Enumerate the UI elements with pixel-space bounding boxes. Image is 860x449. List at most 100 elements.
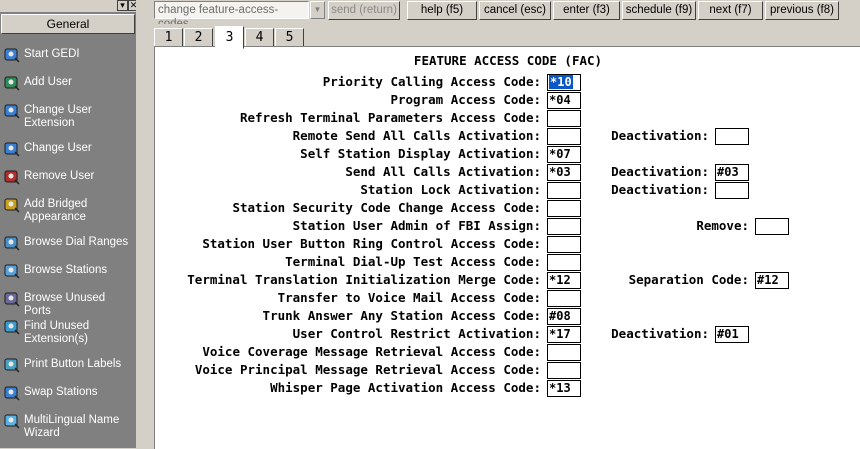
sidebar-item-label: Add User [24, 76, 72, 88]
print-labels-icon [4, 357, 20, 373]
fac-code-field[interactable] [547, 254, 581, 271]
enter-button[interactable]: enter (f3) [553, 1, 620, 20]
find-extension-icon [4, 319, 20, 335]
sidebar-item-label: Browse Unused Ports [24, 292, 106, 317]
sidebar-item-label: Browse Dial Ranges [24, 236, 129, 248]
field-label: Terminal Translation Initialization Merg… [187, 272, 541, 287]
previous-button[interactable]: previous (f8) [765, 1, 839, 20]
sidebar-item[interactable]: Start GEDI [4, 48, 134, 63]
fac-form: FEATURE ACCESS CODE (FAC) Priority Calli… [154, 46, 860, 449]
fac-code-value: *10 [549, 75, 573, 89]
secondary-code-value: #12 [757, 273, 779, 287]
field-label: Voice Principal Message Retrieval Access… [194, 362, 541, 377]
fac-code-value: *07 [549, 147, 571, 161]
fac-code-field[interactable] [547, 128, 581, 145]
sidebar-item[interactable]: Browse Stations [4, 264, 134, 279]
fac-code-field[interactable] [547, 200, 581, 217]
sidebar-item-label: Print Button Labels [24, 358, 122, 370]
sidebar-item[interactable]: Browse Unused Ports [4, 292, 134, 318]
sidebar-titlebar: ▾ ✕ [0, 0, 140, 12]
schedule-button[interactable]: schedule (f9) [622, 1, 696, 20]
sidebar-item[interactable]: Browse Dial Ranges [4, 236, 134, 251]
swap-stations-icon [4, 385, 20, 401]
next-button[interactable]: next (f7) [698, 1, 763, 20]
sidebar-item[interactable]: Add Bridged Appearance [4, 198, 134, 224]
fac-code-field[interactable]: *12 [547, 272, 581, 289]
sidebar-item[interactable]: Remove User [4, 170, 134, 185]
secondary-code-field[interactable]: #01 [715, 326, 749, 343]
field-label: Terminal Dial-Up Test Access Code: [285, 254, 541, 269]
sidebar-general-header[interactable]: General [1, 14, 135, 34]
toolbar: change feature-access-codes ▼ send (retu… [140, 0, 860, 30]
bridged-appearance-icon [4, 197, 20, 213]
field-label: Remote Send All Calls Activation: [292, 128, 541, 143]
field-label: Priority Calling Access Code: [322, 74, 541, 89]
help-button[interactable]: help (f5) [407, 1, 477, 20]
dial-ranges-icon [4, 235, 20, 251]
secondary-field-label: Deactivation: [611, 182, 709, 197]
sidebar-item[interactable]: Change User [4, 142, 134, 157]
field-label: Program Access Code: [390, 92, 541, 107]
send-button[interactable]: send (return) [328, 1, 400, 20]
field-label: Whisper Page Activation Access Code: [270, 380, 541, 395]
fac-code-field[interactable]: *04 [547, 92, 581, 109]
remove-user-icon [4, 169, 20, 185]
fac-code-field[interactable]: *13 [547, 380, 581, 397]
secondary-code-field[interactable] [715, 128, 749, 145]
secondary-code-field[interactable] [755, 218, 789, 235]
field-label: Voice Coverage Message Retrieval Access … [202, 344, 541, 359]
change-user-icon [4, 141, 20, 157]
sidebar-item[interactable]: Find Unused Extension(s) [4, 320, 134, 346]
fac-code-field[interactable] [547, 290, 581, 307]
fac-code-field[interactable] [547, 182, 581, 199]
field-label: Self Station Display Activation: [300, 146, 541, 161]
stations-icon [4, 263, 20, 279]
sidebar-dropdown-icon[interactable]: ▾ [117, 0, 128, 11]
field-label: User Control Restrict Activation: [292, 326, 541, 341]
secondary-field-label: Separation Code: [628, 272, 749, 287]
fac-code-field[interactable]: *17 [547, 326, 581, 343]
field-label: Station Lock Activation: [360, 182, 541, 197]
form-panel: 1 2 3 4 5 FEATURE ACCESS CODE (FAC) Prio… [148, 24, 860, 449]
tab-5[interactable]: 5 [275, 28, 304, 48]
sidebar-item-label: Change User Extension [24, 104, 92, 129]
tab-4[interactable]: 4 [245, 28, 274, 48]
sidebar-item-label: MultiLingual Name Wizard [24, 414, 120, 439]
field-label: Trunk Answer Any Station Access Code: [262, 308, 541, 323]
fac-code-field[interactable]: *03 [547, 164, 581, 181]
sidebar: ▾ ✕ General Start GEDI Add User Change Use… [0, 0, 140, 448]
secondary-code-field[interactable]: #03 [715, 164, 749, 181]
fac-code-field[interactable] [547, 344, 581, 361]
field-label: Refresh Terminal Parameters Access Code: [239, 110, 541, 125]
secondary-code-field[interactable] [715, 182, 749, 199]
sidebar-item[interactable]: Add User [4, 76, 134, 91]
sidebar-item-label: Find Unused Extension(s) [24, 320, 90, 345]
command-dropdown-icon[interactable]: ▼ [310, 1, 325, 19]
command-input[interactable]: change feature-access-codes [154, 1, 309, 30]
field-label: Station Security Code Change Access Code… [232, 200, 541, 215]
tab-1[interactable]: 1 [154, 28, 183, 48]
field-label: Send All Calls Activation: [345, 164, 541, 179]
sidebar-item[interactable]: Change User Extension [4, 104, 134, 130]
fac-code-field[interactable]: *07 [547, 146, 581, 163]
form-title: FEATURE ACCESS CODE (FAC) [413, 53, 603, 68]
fac-code-field[interactable] [547, 362, 581, 379]
fac-code-field[interactable]: *10 [547, 74, 581, 91]
tab-3[interactable]: 3 [215, 26, 244, 49]
fac-code-field[interactable]: #08 [547, 308, 581, 325]
secondary-code-value: #03 [717, 165, 739, 179]
secondary-code-field[interactable]: #12 [755, 272, 789, 289]
fac-code-field[interactable] [547, 110, 581, 127]
cancel-button[interactable]: cancel (esc) [479, 1, 551, 20]
sidebar-item-label: Start GEDI [24, 48, 80, 60]
sidebar-item[interactable]: Print Button Labels [4, 358, 134, 373]
fac-code-field[interactable] [547, 236, 581, 253]
sidebar-item[interactable]: Swap Stations [4, 386, 134, 401]
sidebar-splitter[interactable] [136, 0, 140, 448]
secondary-field-label: Deactivation: [611, 326, 709, 341]
sidebar-item-label: Browse Stations [24, 264, 108, 276]
sidebar-item[interactable]: MultiLingual Name Wizard [4, 414, 134, 440]
field-label: Station User Button Ring Control Access … [202, 236, 541, 251]
tab-2[interactable]: 2 [184, 28, 213, 48]
fac-code-field[interactable] [547, 218, 581, 235]
